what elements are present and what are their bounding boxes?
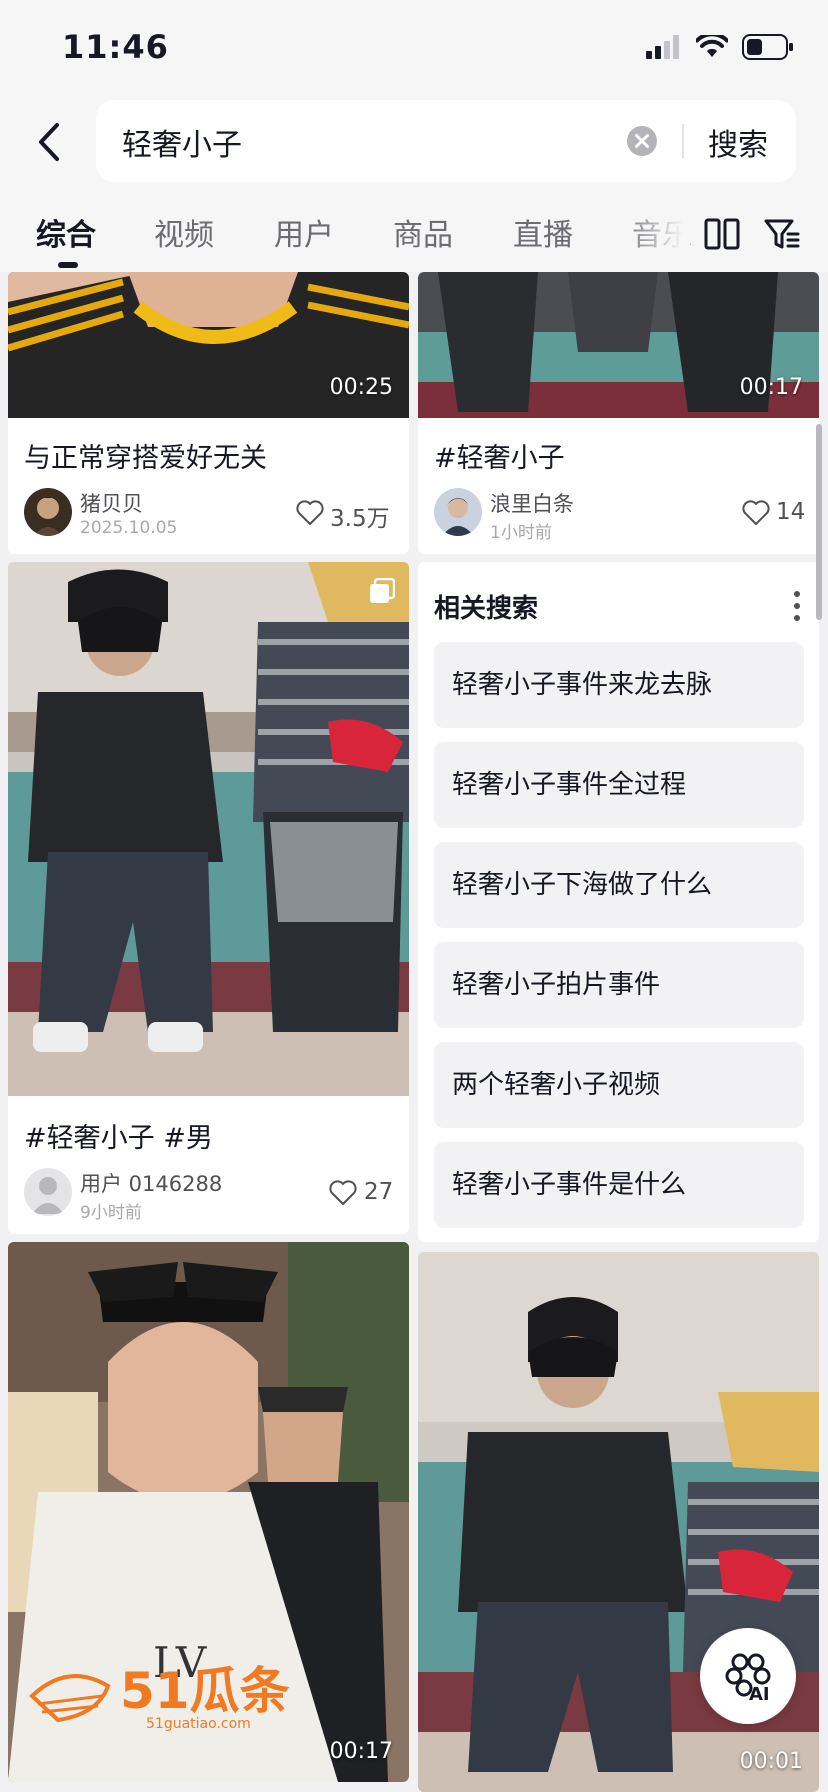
video-thumbnail: [8, 562, 409, 1096]
video-duration: 00:01: [739, 1749, 803, 1774]
watermark-url: 51guatiao.com: [146, 1716, 251, 1732]
multi-image-icon: [370, 578, 395, 603]
tab-bar: 综合 视频 用户 商品 直播 音乐: [0, 196, 828, 272]
battery-icon: [742, 34, 793, 60]
scrollbar[interactable]: [816, 424, 822, 620]
video-duration: 00:25: [329, 375, 393, 400]
avatar[interactable]: [24, 488, 72, 536]
search-input[interactable]: 轻奢小子 搜索: [96, 100, 796, 182]
ai-assistant-icon: AI: [725, 1653, 771, 1704]
ai-assistant-button[interactable]: AI: [700, 1628, 796, 1724]
author-name[interactable]: 用户 0146288: [80, 1168, 222, 1198]
heart-icon[interactable]: [329, 1180, 357, 1206]
post-time: 9小时前: [80, 1203, 142, 1223]
status-icons: [646, 34, 794, 60]
video-duration: 00:17: [329, 1739, 393, 1764]
card-title: #轻奢小子: [434, 443, 565, 474]
status-time: 11:46: [62, 28, 169, 66]
related-search-item[interactable]: 轻奢小子拍片事件: [434, 942, 804, 1028]
search-button[interactable]: 搜索: [708, 120, 768, 164]
post-time: 1小时前: [490, 523, 552, 543]
search-divider: [682, 124, 684, 158]
video-duration: 00:17: [739, 375, 803, 400]
related-search-item[interactable]: 轻奢小子事件来龙去脉: [434, 642, 804, 728]
tab-users[interactable]: 用户: [274, 210, 334, 254]
more-vertical-icon[interactable]: [793, 590, 801, 622]
wifi-icon: [696, 35, 728, 57]
video-thumbnail: 00:25: [8, 272, 409, 418]
tab-live[interactable]: 直播: [513, 210, 573, 254]
card-title: #轻奢小子 #男: [24, 1123, 213, 1154]
avatar[interactable]: [434, 488, 482, 536]
tab-products[interactable]: 商品: [393, 210, 453, 254]
tab-indicator: [58, 262, 78, 268]
back-button[interactable]: [26, 112, 72, 172]
video-card[interactable]: 00:17 #轻奢小子 浪里白条 1小时前 14: [418, 272, 819, 554]
avatar-image: [434, 488, 482, 536]
thumbnail-image: [8, 562, 409, 1096]
author-name[interactable]: 猪贝贝: [80, 488, 143, 518]
video-card[interactable]: 00:25 与正常穿搭爱好无关 猪贝贝 2025.10.05 3.5万: [8, 272, 409, 554]
video-card[interactable]: #轻奢小子 #男 用户 0146288 9小时前 27: [8, 562, 409, 1234]
heart-icon[interactable]: [742, 500, 770, 526]
tab-fade: [620, 196, 690, 272]
tab-video[interactable]: 视频: [154, 210, 214, 254]
chevron-left-icon: [39, 123, 59, 161]
search-query[interactable]: 轻奢小子: [122, 120, 242, 164]
avatar-image: [24, 488, 72, 536]
tab-comprehensive[interactable]: 综合: [36, 210, 96, 254]
filter-icon[interactable]: [762, 214, 802, 254]
card-title: 与正常穿搭爱好无关: [24, 443, 267, 474]
author-name[interactable]: 浪里白条: [490, 488, 574, 518]
related-search-item[interactable]: 轻奢小子事件是什么: [434, 1142, 804, 1228]
status-bar: 11:46: [0, 0, 828, 96]
video-thumbnail: 00:17: [418, 272, 819, 418]
related-search-item[interactable]: 轻奢小子事件全过程: [434, 742, 804, 828]
double-column-icon[interactable]: [702, 214, 742, 254]
related-search-card: 相关搜索 轻奢小子事件来龙去脉 轻奢小子事件全过程 轻奢小子下海做了什么 轻奢小…: [418, 562, 819, 1242]
like-count: 14: [776, 499, 806, 525]
search-header: 轻奢小子 搜索: [0, 96, 828, 196]
related-search-item[interactable]: 两个轻奢小子视频: [434, 1042, 804, 1128]
related-search-item[interactable]: 轻奢小子下海做了什么: [434, 842, 804, 928]
like-count: 27: [364, 1179, 394, 1205]
heart-icon[interactable]: [296, 500, 324, 526]
like-count: 3.5万: [330, 506, 390, 532]
ai-label: AI: [749, 1684, 770, 1704]
default-avatar-icon: [24, 1168, 72, 1216]
related-search-title: 相关搜索: [434, 594, 539, 624]
watermark-text: 51瓜条: [120, 1662, 290, 1720]
cellular-signal-icon: [646, 35, 679, 59]
clear-circle-icon[interactable]: [626, 125, 658, 157]
avatar[interactable]: [24, 1168, 72, 1216]
post-time: 2025.10.05: [80, 518, 178, 538]
watermark-logo: 51瓜条 51guatiao.com: [29, 1662, 290, 1732]
